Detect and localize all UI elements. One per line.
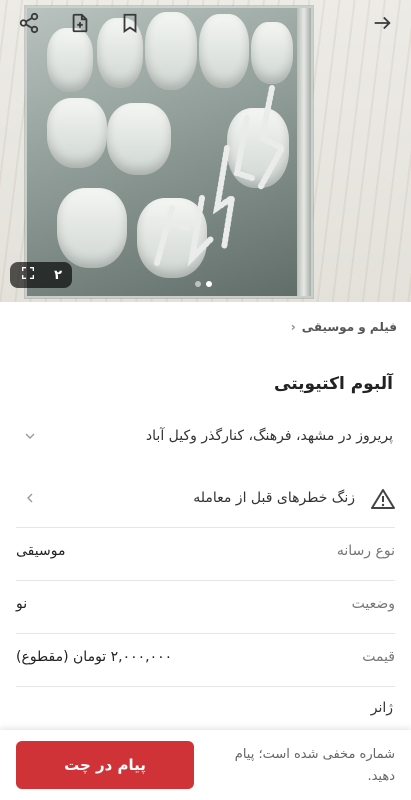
- add-note-icon[interactable]: [67, 10, 93, 36]
- genre-label: ژانر: [370, 700, 393, 716]
- breadcrumb[interactable]: فیلم و موسیقی ‹: [291, 320, 397, 334]
- breadcrumb-category[interactable]: فیلم و موسیقی: [302, 320, 397, 334]
- chevron-down-icon[interactable]: [22, 428, 38, 444]
- bookmark-icon[interactable]: [117, 10, 143, 36]
- bottom-action-bar: پیام در چت شماره مخفی شده است؛ پیام دهید…: [0, 730, 411, 800]
- detail-value: نو: [16, 596, 28, 612]
- detail-value: ۲,۰۰۰,۰۰۰ تومان (مقطوع): [16, 649, 173, 665]
- warning-text: زنگ خطرهای قبل از معامله: [193, 490, 355, 506]
- gallery-pagination: [195, 281, 212, 287]
- warning-icon: [371, 488, 395, 510]
- divider: [16, 686, 395, 687]
- chat-button[interactable]: پیام در چت: [16, 741, 194, 789]
- listing-location: پریروز در مشهد، فرهنگ، کنارگذر وکیل آباد: [145, 428, 393, 444]
- listing-title: آلبوم اکتیویتی: [274, 374, 393, 394]
- pagination-dot[interactable]: [195, 281, 201, 287]
- image-counter-button[interactable]: ۲: [10, 262, 72, 288]
- image-gallery[interactable]: ۲: [0, 0, 411, 302]
- chevron-left-icon: ‹: [290, 320, 296, 334]
- fullscreen-icon: [20, 265, 36, 285]
- detail-label: قیمت: [362, 649, 395, 665]
- detail-row-price: قیمت ۲,۰۰۰,۰۰۰ تومان (مقطوع): [16, 634, 395, 686]
- detail-label: نوع رسانه: [336, 543, 395, 559]
- detail-row-condition: وضعیت نو: [16, 581, 395, 633]
- image-count: ۲: [54, 267, 62, 283]
- pagination-dot-active[interactable]: [206, 281, 212, 287]
- back-arrow-icon[interactable]: [369, 10, 395, 36]
- share-icon[interactable]: [16, 10, 42, 36]
- hidden-phone-note: شماره مخفی شده است؛ پیام دهید.: [234, 747, 395, 784]
- album-cover-image: [25, 6, 313, 298]
- warning-row[interactable]: زنگ خطرهای قبل از معامله: [16, 480, 395, 520]
- detail-label: وضعیت: [351, 596, 395, 612]
- detail-value: موسیقی: [16, 543, 66, 559]
- detail-row-media-type: نوع رسانه موسیقی: [16, 528, 395, 580]
- chevron-left-icon: [22, 490, 38, 506]
